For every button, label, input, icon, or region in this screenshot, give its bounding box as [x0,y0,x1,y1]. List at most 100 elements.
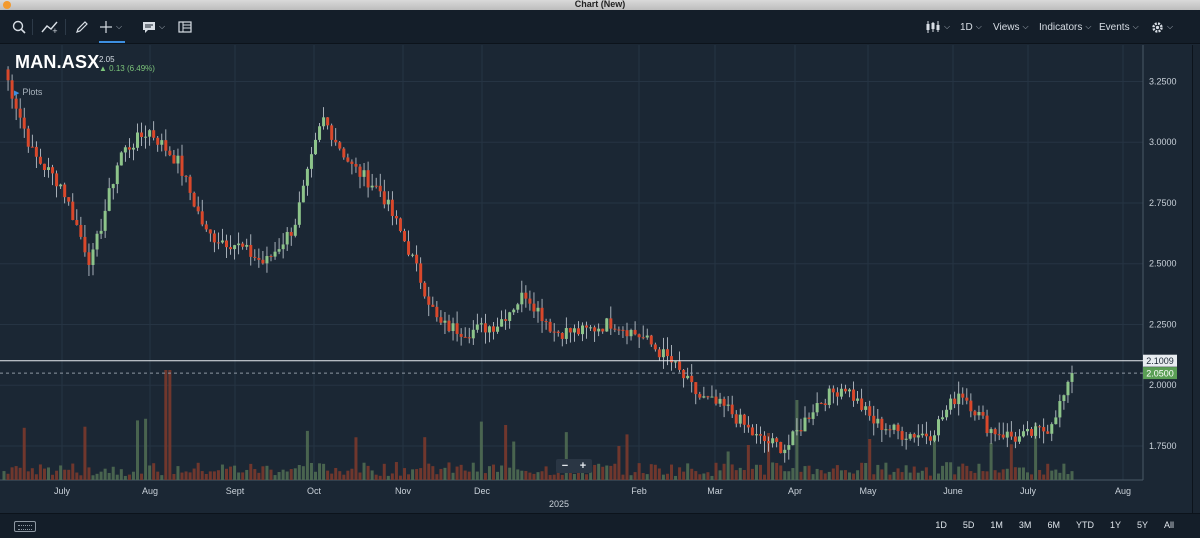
volume-bar [605,465,609,480]
volume-bar [330,473,334,480]
zoom-in-button[interactable]: + [580,460,586,472]
candle-body [969,400,973,412]
volume-bar [237,472,241,480]
indicators-dropdown[interactable]: Indicators ⌵ [1039,16,1091,38]
chart-type-button[interactable]: ⌵ [925,16,950,38]
data-table-button[interactable] [178,16,192,38]
volume-bar [411,469,415,480]
candle-body [67,197,71,202]
volume-bar [358,472,362,480]
volume-bar [848,472,851,480]
candle-body [297,202,301,225]
plot-background [0,45,1200,513]
candle-body [59,184,63,187]
volume-bar [649,464,653,480]
volume-bar [880,469,884,480]
volume-bar [447,462,451,480]
annotation-button[interactable]: ⌵ [142,16,165,38]
candle-body [322,117,326,127]
volume-bar [839,470,843,480]
candle-body [880,418,884,430]
candle-body [22,117,26,129]
volume-bar [338,471,342,480]
volume-bar [354,437,358,480]
candle-body [750,427,754,436]
range-button-6m[interactable]: 6M [1047,520,1060,530]
candle-body [208,229,212,234]
price-chart[interactable]: 3.2500 3.0000 2.7500 2.5000 2.2500 2.0000 1.75… [0,45,1200,513]
range-button-5d[interactable]: 5D [963,520,975,530]
chart-area[interactable]: 3.2500 3.0000 2.7500 2.5000 2.2500 2.0000 1.75… [0,45,1200,513]
range-button-all[interactable]: All [1164,520,1174,530]
candle-body [75,219,79,225]
volume-bar [350,468,354,480]
volume-bar [192,468,196,480]
plots-toggle[interactable]: ▶ Plots [14,87,42,97]
zoom-out-button[interactable]: − [562,460,568,472]
candle-body [665,349,669,357]
candle-body [932,435,936,441]
settings-button[interactable]: ⌵ [1151,16,1173,38]
vertical-scrollbar[interactable] [1192,45,1200,513]
candle-body [799,430,803,432]
candle-body [99,230,103,234]
volume-bar [496,471,500,480]
candle-body [42,163,46,171]
candle-body [763,435,767,442]
candle-body [949,398,953,410]
candle-body [257,257,261,260]
volume-bar [657,468,661,480]
volume-bar [831,468,835,480]
candle-body [597,328,601,332]
volume-bar [1001,469,1005,480]
volume-bar [738,467,742,480]
search-button[interactable] [12,16,26,38]
volume-bar [225,468,228,480]
range-button-1d[interactable]: 1D [935,520,947,530]
volume-bar [1066,474,1070,480]
candle-body [14,98,18,109]
candle-body [370,185,374,188]
candle-body [1062,395,1066,402]
candle-body [928,436,932,441]
volume-bar [856,470,860,480]
candle-body [508,312,512,321]
volume-bar [164,370,168,480]
range-button-3m[interactable]: 3M [1019,520,1032,530]
volume-bar [156,471,160,480]
volume-bar [560,474,564,480]
volume-bar [702,473,706,480]
range-button-ytd[interactable]: YTD [1076,520,1094,530]
volume-bar [144,418,148,480]
range-button-1y[interactable]: 1Y [1110,520,1121,530]
volume-bar [524,470,528,480]
volume-bar [87,467,91,480]
volume-bar [415,469,419,480]
interval-dropdown[interactable]: 1D ⌵ [960,16,982,38]
candle-body [140,132,144,137]
candle-body [900,431,904,440]
views-dropdown[interactable]: Views ⌵ [993,16,1029,38]
candle-body [835,392,839,397]
candle-body [362,170,366,177]
candle-body [168,150,172,156]
compare-button[interactable]: + [41,16,59,38]
volume-bar [140,473,144,480]
keyboard-icon[interactable] [14,521,36,532]
crosshair-button[interactable]: ⌵ [99,16,125,43]
candle-body [471,329,475,339]
candle-body [868,406,872,416]
range-button-5y[interactable]: 5Y [1137,520,1148,530]
volume-bar [819,470,823,480]
candle-body [1030,429,1034,436]
volume-bar [366,465,370,480]
events-dropdown[interactable]: Events ⌵ [1099,16,1139,38]
volume-bar [6,473,10,480]
volume-bar [928,475,932,480]
candle-body [576,328,580,335]
candle-body [241,243,245,247]
candle-body [1034,426,1038,436]
candle-body [661,349,665,358]
draw-button[interactable] [75,16,89,38]
range-button-1m[interactable]: 1M [990,520,1003,530]
